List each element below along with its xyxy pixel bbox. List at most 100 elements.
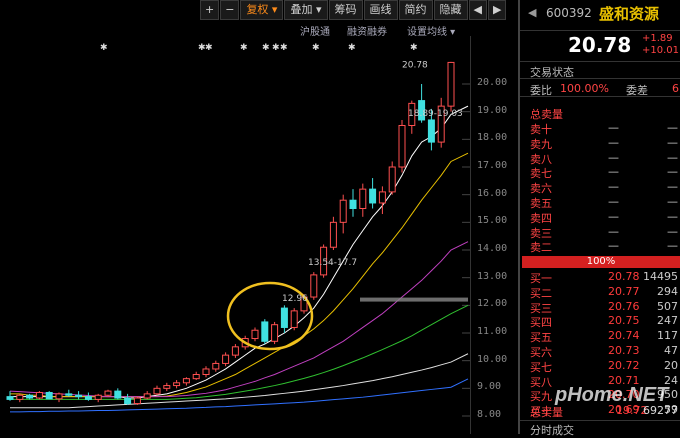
- event-marker-icon[interactable]: ✱: [348, 43, 356, 53]
- candle-body: [26, 394, 34, 399]
- sub-toolbar: 沪股通 融资融券 设置均线 ▾: [0, 21, 518, 38]
- event-marker-icon[interactable]: ✱: [312, 43, 320, 53]
- y-tick-label: 16.00: [477, 187, 508, 199]
- event-marker-icon[interactable]: ✱: [410, 43, 418, 53]
- buy-level-label: 买三: [530, 301, 552, 315]
- trade-status-label: 交易状态: [530, 66, 574, 79]
- buy-row: 买六 20.73 47: [520, 344, 680, 359]
- sell-level-label: 卖二: [530, 241, 552, 255]
- buy-volume: 507: [657, 299, 678, 313]
- candle-body: [329, 221, 337, 248]
- stock-header: ◀ 600392 盛和资源: [520, 0, 680, 31]
- buy-level-label: 买四: [530, 316, 552, 330]
- candle-body: [16, 394, 24, 400]
- buy-price: 20.72: [608, 358, 640, 372]
- candle-body: [369, 188, 377, 204]
- trade-status-row: 交易状态: [520, 62, 680, 79]
- sell-row: 卖六 — —: [520, 180, 680, 195]
- price-annotation: 13.54-17.7: [308, 258, 357, 268]
- candle-body: [359, 188, 367, 209]
- back-icon[interactable]: ◀: [528, 6, 536, 19]
- price-annotation: 20.78: [402, 60, 428, 70]
- candle-body: [114, 390, 122, 399]
- candle-body: [35, 391, 43, 399]
- price-row: 20.78 +1.89 +10.01: [520, 31, 680, 62]
- candle-body: [271, 324, 279, 342]
- sell-row: 卖十 — —: [520, 121, 680, 136]
- sell-volume: —: [667, 150, 678, 164]
- next-icon[interactable]: ▶: [487, 0, 507, 20]
- kline-chart[interactable]: ✱ ✱ ✱ ✱ ✱ ✱ ✱ ✱ ✱ ✱ 20.78 18.89-19.03 13.54-17.7 12.9…: [0, 36, 470, 434]
- y-tick-label: 18.00: [477, 132, 508, 144]
- candle-body: [124, 397, 132, 405]
- weibi-value: 100.00%: [560, 82, 609, 95]
- candle-body: [6, 396, 14, 400]
- stock-name: 盛和资源: [599, 5, 660, 23]
- candle-body: [349, 199, 357, 209]
- buy-level-label: 买九: [530, 390, 552, 404]
- fenshi-tab[interactable]: 分时成交: [520, 420, 680, 437]
- candle-body: [222, 354, 230, 364]
- price-annotation: 18.89-19.03: [408, 109, 463, 119]
- fuquan-button[interactable]: 复权 ▾: [240, 0, 284, 20]
- buy-price: 20.75: [608, 314, 640, 328]
- sell-price: —: [608, 150, 619, 164]
- buy-row: 买三 20.76 507: [520, 299, 680, 315]
- change-pct: +10.01: [642, 45, 680, 56]
- buy-price: 20.77: [608, 284, 640, 298]
- sell-row: 卖八 — —: [520, 150, 680, 166]
- candle-body: [65, 393, 73, 396]
- buy-volume: 20: [664, 358, 678, 372]
- ma-line: [10, 304, 469, 400]
- event-marker-icon[interactable]: ✱: [205, 43, 213, 53]
- weibi-row: 委比 100.00% 委差 6: [520, 80, 680, 97]
- y-tick-label: 20.00: [477, 77, 508, 88]
- sell-row: 卖七 — —: [520, 165, 680, 180]
- huaxian-button[interactable]: 画线: [363, 0, 398, 20]
- chouma-button[interactable]: 筹码: [328, 0, 363, 20]
- sell-level-label: 卖四: [530, 211, 552, 225]
- diejia-button[interactable]: 叠加 ▾: [284, 0, 328, 20]
- candle-body: [378, 191, 386, 204]
- sell-price: —: [608, 209, 619, 223]
- sell-volume: —: [667, 135, 678, 149]
- stock-code: 600392: [546, 6, 592, 20]
- prev-icon[interactable]: ◀: [468, 0, 487, 20]
- candle-body: [388, 166, 396, 193]
- candle-body: [310, 274, 318, 298]
- y-tick-label: 19.00: [477, 104, 508, 116]
- event-marker-icon[interactable]: ✱: [240, 43, 248, 53]
- diejia-label: 叠加: [290, 3, 313, 16]
- zoom-in-button[interactable]: +: [200, 0, 220, 20]
- sell-row: 卖四 — —: [520, 209, 680, 225]
- event-marker-icon[interactable]: ✱: [100, 43, 108, 53]
- sell-price: —: [608, 121, 619, 134]
- buy-row: 买七 20.72 20: [520, 358, 680, 374]
- sell-price: —: [608, 165, 619, 179]
- buy-level-label: 买一: [530, 272, 552, 285]
- y-tick-label: 10.00: [477, 353, 508, 365]
- sell-volume: —: [667, 239, 678, 253]
- candle-body: [231, 346, 239, 356]
- sell-price: —: [608, 224, 619, 238]
- sell-volume: —: [667, 209, 678, 223]
- candle-body: [202, 368, 210, 376]
- zoom-out-button[interactable]: −: [220, 0, 240, 20]
- quote-panel: ◀ 600392 盛和资源 20.78 +1.89 +10.01 交易状态 委比…: [518, 0, 680, 437]
- jiancha-button[interactable]: 简约: [398, 0, 433, 20]
- candle-body: [143, 393, 151, 399]
- event-marker-icon[interactable]: ✱: [280, 43, 288, 53]
- watermark: pHome.NET: [555, 384, 669, 406]
- sell-level-label: 卖八: [530, 152, 552, 166]
- event-marker-icon[interactable]: ✱: [262, 43, 270, 53]
- sell-row: 卖五 — —: [520, 195, 680, 210]
- price-annotation: 12.96: [282, 294, 308, 304]
- y-tick-label: 14.00: [477, 243, 508, 254]
- fenshi-label: 分时成交: [530, 424, 574, 437]
- fuquan-label: 复权: [246, 3, 269, 16]
- yincang-button[interactable]: 隐藏: [433, 0, 468, 20]
- event-marker-icon[interactable]: ✱: [272, 43, 280, 53]
- y-tick-label: 15.00: [477, 215, 508, 227]
- buy-volume: 14495: [643, 270, 678, 283]
- candle-body: [104, 390, 112, 396]
